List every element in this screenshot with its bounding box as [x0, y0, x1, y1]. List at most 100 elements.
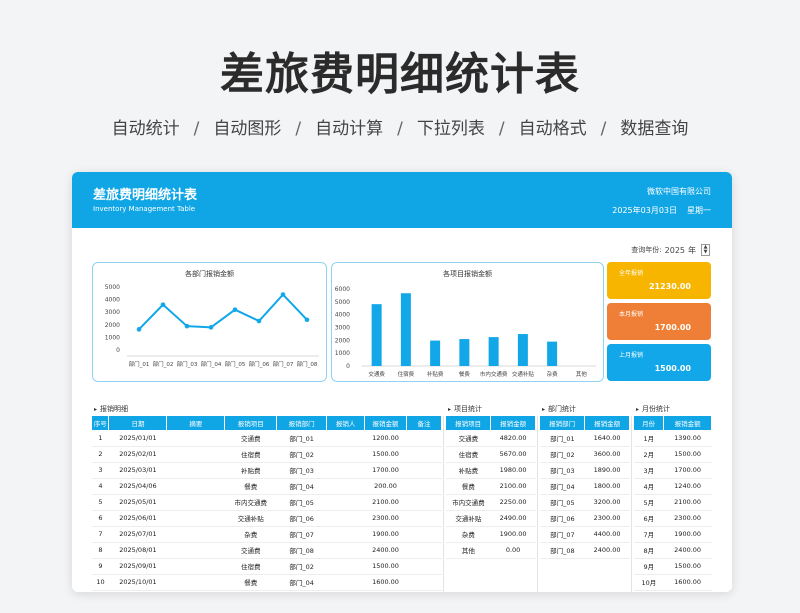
table-row[interactable]: 1 2025/01/01 交通费 部门_01 1200.00 [92, 430, 442, 447]
table-cell [166, 574, 225, 591]
table-row[interactable]: 4 2025/04/06 餐费 部门_04 200.00 [92, 478, 442, 495]
y-tick-label: 4000 [105, 297, 120, 304]
detail-section-label: 报销明细 [94, 404, 128, 414]
table-cell: 5月 [634, 494, 664, 511]
table-row[interactable]: 7 2025/07/01 杂费 部门_07 1900.00 [92, 526, 442, 543]
table-cell: 餐费 [446, 478, 491, 495]
bar [517, 334, 528, 366]
table-row[interactable]: 5 2025/05/01 市内交通费 部门_05 2100.00 [92, 494, 442, 511]
table-row[interactable]: 部门_08 2400.00 [540, 542, 630, 559]
table-cell [326, 430, 365, 447]
table-row[interactable]: 7月 1900.00 [634, 526, 712, 543]
kpi-label: 本月报销 [619, 311, 644, 318]
table-cell [326, 526, 365, 543]
table-cell: 1900.00 [663, 526, 712, 543]
table-cell: 1700.00 [364, 462, 407, 479]
x-tick-label: 部门_02 [153, 360, 174, 368]
table-row[interactable]: 3月 1700.00 [634, 462, 712, 479]
table-row[interactable]: 6 2025/06/01 交通补贴 部门_06 2300.00 [92, 510, 442, 527]
table-header-row: 月份 报销金额 [634, 416, 712, 430]
table-row[interactable]: 杂费 1900.00 [446, 526, 536, 543]
dept-stats-table: 报销部门 报销金额 部门_01 1640.00 部门_02 3600.00 部门_03 189… [540, 416, 630, 559]
month-section-label: 月份统计 [636, 404, 670, 414]
table-cell: 1200.00 [364, 430, 407, 447]
kpi-value: 1700.00 [654, 323, 691, 332]
column-header: 报销项目 [446, 416, 492, 430]
table-row[interactable]: 2 2025/02/01 住宿费 部门_02 1500.00 [92, 446, 442, 463]
table-cell: 部门_02 [540, 446, 585, 463]
table-row[interactable]: 住宿费 5670.00 [446, 446, 536, 463]
table-row[interactable]: 餐费 2100.00 [446, 478, 536, 495]
table-cell: 8月 [634, 542, 664, 559]
table-row[interactable]: 2月 1500.00 [634, 446, 712, 463]
table-row[interactable]: 8 2025/08/01 交通费 部门_08 2400.00 [92, 542, 442, 559]
table-cell: 杂费 [446, 526, 491, 543]
table-cell [166, 462, 225, 479]
table-cell: 2025/08/01 [108, 542, 167, 559]
data-point [304, 317, 310, 323]
table-row[interactable]: 交通费 4820.00 [446, 430, 536, 447]
x-tick-label: 部门_05 [225, 360, 246, 368]
table-row[interactable]: 部门_06 2300.00 [540, 510, 630, 527]
query-year-value[interactable]: 2025 [665, 246, 685, 255]
bar [459, 339, 470, 366]
table-row[interactable]: 5月 2100.00 [634, 494, 712, 511]
table-cell: 1640.00 [584, 430, 630, 447]
table-cell: 1700.00 [663, 462, 712, 479]
data-point [184, 323, 190, 329]
table-row[interactable]: 交通补贴 2490.00 [446, 510, 536, 527]
table-row[interactable]: 1月 1390.00 [634, 430, 712, 447]
table-row[interactable]: 9 2025/09/01 住宿费 部门_02 1500.00 [92, 558, 442, 575]
table-cell: 交通费 [224, 430, 277, 447]
table-cell: 住宿费 [224, 558, 277, 575]
series-line [138, 293, 308, 331]
table-cell: 部门_06 [540, 510, 585, 527]
table-row[interactable]: 补贴费 1980.00 [446, 462, 536, 479]
y-tick-label: 4000 [335, 312, 350, 319]
table-cell: 5 [92, 494, 109, 511]
table-row[interactable]: 4月 1240.00 [634, 478, 712, 495]
x-tick-label: 部门_07 [273, 360, 294, 368]
table-row[interactable]: 10月 1600.00 [634, 574, 712, 591]
table-row[interactable]: 部门_04 1800.00 [540, 478, 630, 495]
header-date: 2025年03月03日 星期一 [602, 205, 711, 216]
table-row[interactable]: 8月 2400.00 [634, 542, 712, 559]
table-row[interactable]: 市内交通费 2250.00 [446, 494, 536, 511]
table-cell: 部门_08 [540, 542, 585, 559]
table-cell [406, 446, 442, 463]
column-header: 报销人 [326, 416, 366, 430]
table-cell: 1240.00 [663, 478, 712, 495]
table-cell [326, 558, 365, 575]
table-cell: 1月 [634, 430, 664, 447]
table-row[interactable]: 部门_03 1890.00 [540, 462, 630, 479]
table-row[interactable]: 10 2025/10/01 餐费 部门_04 1600.00 [92, 574, 442, 591]
year-spinner[interactable]: ▲ ▼ [701, 244, 710, 256]
spinner-down-icon[interactable]: ▼ [702, 250, 709, 255]
table-cell: 6月 [634, 510, 664, 527]
column-divider [537, 416, 538, 592]
table-row[interactable]: 部门_01 1640.00 [540, 430, 630, 447]
table-cell: 9月 [634, 558, 664, 575]
table-cell: 2025/09/01 [108, 558, 167, 575]
table-row[interactable]: 3 2025/03/01 补贴费 部门_03 1700.00 [92, 462, 442, 479]
table-row[interactable]: 部门_07 4400.00 [540, 526, 630, 543]
table-cell: 其他 [446, 542, 491, 559]
table-cell: 2300.00 [584, 510, 630, 527]
table-cell [406, 462, 442, 479]
table-cell: 10 [92, 574, 109, 591]
table-row[interactable]: 6月 2300.00 [634, 510, 712, 527]
table-cell: 部门_04 [540, 478, 585, 495]
table-row[interactable]: 其他 0.00 [446, 542, 536, 559]
table-row[interactable]: 部门_02 3600.00 [540, 446, 630, 463]
column-header: 摘要 [166, 416, 226, 430]
x-tick-label: 市内交通费 [480, 370, 508, 378]
x-tick-label: 杂费 [547, 370, 559, 378]
y-tick-label: 1000 [105, 334, 120, 341]
panel-subtitle: Inventory Management Table [93, 205, 196, 213]
table-cell [406, 510, 442, 527]
table-row[interactable]: 9月 1500.00 [634, 558, 712, 575]
table-row[interactable]: 部门_05 3200.00 [540, 494, 630, 511]
table-cell: 2025/01/01 [108, 430, 167, 447]
x-tick-label: 餐费 [459, 370, 471, 378]
table-cell: 2490.00 [490, 510, 536, 527]
